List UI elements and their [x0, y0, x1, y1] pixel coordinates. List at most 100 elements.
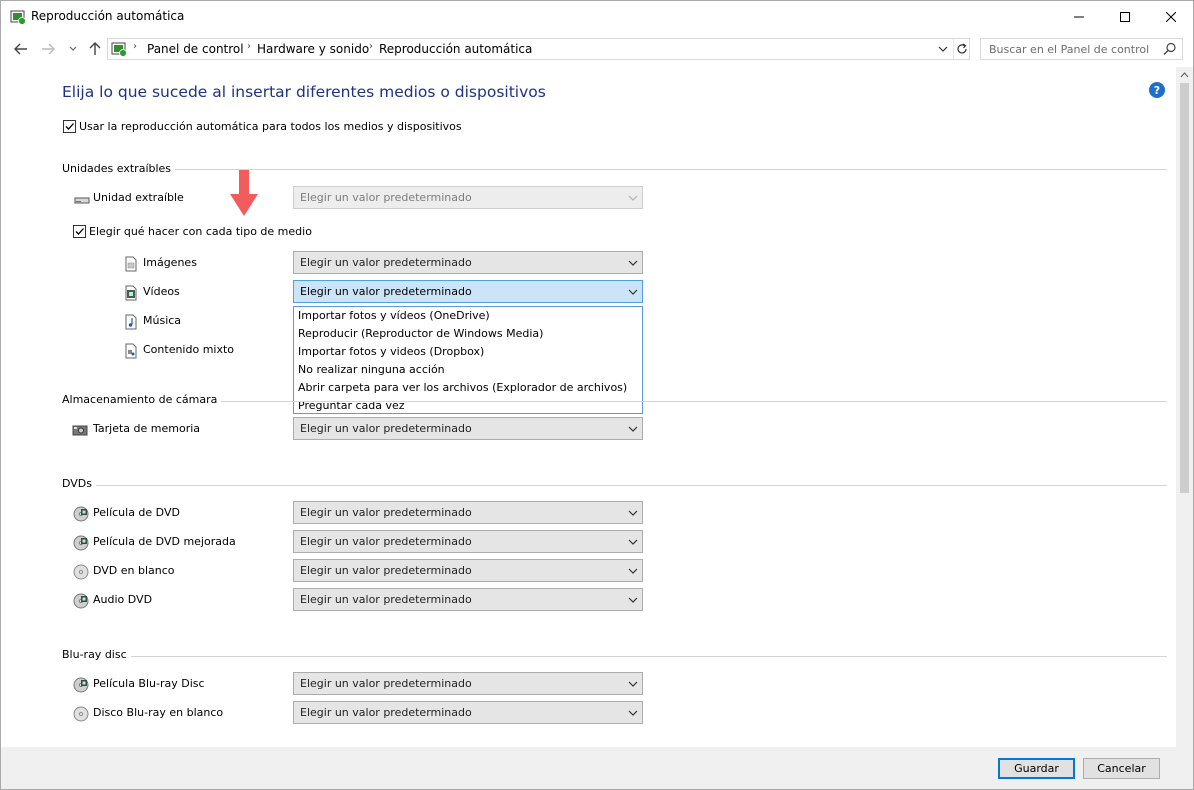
menu-option-open-folder[interactable]: Abrir carpeta para ver los archivos (Exp… — [298, 381, 627, 394]
media-images-label: Imágenes — [143, 256, 197, 269]
chevron-down-icon — [628, 710, 638, 716]
dvd-audio-label: Audio DVD — [93, 593, 153, 606]
dropdown-value: Elegir un valor predeterminado — [300, 706, 472, 719]
cancel-button[interactable]: Cancelar — [1083, 758, 1160, 779]
close-icon — [1166, 11, 1176, 22]
breadcrumb-separator-icon: › — [369, 41, 373, 52]
footer-bar: Guardar Cancelar — [1, 747, 1193, 789]
dvd-enhanced-movie-icon — [73, 535, 89, 551]
dropdown-value: Elegir un valor predeterminado — [300, 564, 472, 577]
bluray-movie-label: Película Blu-ray Disc — [93, 677, 205, 690]
forward-button[interactable] — [39, 39, 57, 59]
close-button[interactable] — [1148, 1, 1194, 32]
address-bar[interactable]: › Panel de control › Hardware y sonido ›… — [107, 38, 970, 60]
title-bar: Reproducción automática — [1, 1, 1193, 32]
dvd-enhanced-dropdown[interactable]: Elegir un valor predeterminado — [293, 530, 643, 553]
section-divider — [62, 401, 1167, 402]
dvd-blank-label: DVD en blanco — [93, 564, 175, 577]
search-input[interactable] — [981, 39, 1159, 59]
chevron-down-icon — [628, 539, 638, 545]
breadcrumb-hardware-sound[interactable]: Hardware y sonido — [257, 42, 369, 56]
section-dvds-title: DVDs — [62, 477, 97, 490]
chevron-down-icon — [628, 426, 638, 432]
search-icon — [1163, 42, 1176, 55]
mixed-content-file-icon — [125, 343, 137, 359]
dvd-movie-icon — [73, 506, 89, 522]
removable-drive-icon — [74, 197, 90, 204]
dvd-movie-label: Película de DVD — [93, 506, 180, 519]
choose-per-media-checkbox[interactable] — [73, 225, 86, 238]
section-bluray-title: Blu-ray disc — [62, 648, 131, 661]
autoplay-window: Reproducción automática › Panel de contr… — [0, 0, 1194, 790]
checkmark-icon — [65, 123, 74, 130]
media-music-label: Música — [143, 314, 182, 327]
audio-dvd-icon — [73, 593, 89, 609]
breadcrumb-control-panel[interactable]: Panel de control — [147, 42, 244, 56]
memory-card-label: Tarjeta de memoria — [93, 422, 201, 435]
recent-locations-button[interactable] — [64, 39, 82, 59]
chevron-down-icon — [938, 46, 948, 52]
help-icon[interactable]: ? — [1149, 82, 1165, 98]
use-autoplay-label[interactable]: Usar la reproducción automática para tod… — [79, 120, 462, 133]
page-title: Elija lo que sucede al insertar diferent… — [62, 83, 546, 101]
use-autoplay-checkbox[interactable] — [63, 120, 76, 133]
menu-option-onedrive[interactable]: Importar fotos y vídeos (OneDrive) — [298, 309, 490, 322]
chevron-up-icon — [1180, 72, 1189, 78]
up-button[interactable] — [86, 39, 104, 59]
dvd-movie-dropdown[interactable]: Elegir un valor predeterminado — [293, 501, 643, 524]
bluray-movie-icon — [73, 677, 89, 693]
navigation-bar: › Panel de control › Hardware y sonido ›… — [1, 35, 1193, 63]
back-button[interactable] — [12, 39, 30, 59]
refresh-icon — [957, 43, 967, 54]
up-arrow-icon — [89, 42, 101, 55]
minimize-button[interactable] — [1056, 1, 1102, 32]
videos-file-icon — [125, 285, 137, 301]
section-removable-title: Unidades extraíbles — [62, 162, 176, 175]
chevron-down-icon — [628, 568, 638, 574]
refresh-button[interactable] — [953, 39, 970, 59]
videos-dropdown[interactable]: Elegir un valor predeterminado — [293, 280, 643, 303]
chevron-down-icon — [628, 289, 638, 295]
chevron-down-icon — [628, 260, 638, 266]
dropdown-value: Elegir un valor predeterminado — [300, 535, 472, 548]
images-file-icon — [125, 256, 137, 272]
window-title: Reproducción automática — [31, 9, 185, 23]
dvd-blank-dropdown[interactable]: Elegir un valor predeterminado — [293, 559, 643, 582]
breadcrumb-separator-icon: › — [247, 41, 251, 52]
dropdown-value: Elegir un valor predeterminado — [300, 593, 472, 606]
menu-option-dropbox[interactable]: Importar fotos y videos (Dropbox) — [298, 345, 484, 358]
minimize-icon — [1074, 16, 1084, 17]
bluray-blank-label: Disco Blu-ray en blanco — [93, 706, 224, 719]
dropdown-value: Elegir un valor predeterminado — [300, 256, 472, 269]
forward-arrow-icon — [42, 43, 55, 55]
images-dropdown[interactable]: Elegir un valor predeterminado — [293, 251, 643, 274]
media-mixed-label: Contenido mixto — [143, 343, 235, 356]
maximize-icon — [1120, 11, 1130, 22]
breadcrumb-autoplay[interactable]: Reproducción automática — [379, 42, 532, 56]
vertical-scrollbar[interactable] — [1176, 67, 1193, 747]
blank-dvd-icon — [73, 564, 89, 580]
scroll-thumb[interactable] — [1180, 83, 1189, 493]
chevron-down-icon — [628, 597, 638, 603]
chevron-down-icon — [628, 195, 638, 201]
control-panel-icon — [111, 42, 127, 57]
scroll-up-button[interactable] — [1176, 67, 1193, 83]
maximize-button[interactable] — [1102, 1, 1148, 32]
dropdown-value: Elegir un valor predeterminado — [300, 506, 472, 519]
chevron-down-icon — [69, 46, 77, 51]
blank-bluray-icon — [73, 706, 89, 722]
dvd-audio-dropdown[interactable]: Elegir un valor predeterminado — [293, 588, 643, 611]
bluray-movie-dropdown[interactable]: Elegir un valor predeterminado — [293, 672, 643, 695]
choose-per-media-label[interactable]: Elegir qué hacer con cada tipo de medio — [89, 225, 312, 238]
bluray-blank-dropdown[interactable]: Elegir un valor predeterminado — [293, 701, 643, 724]
search-box[interactable] — [980, 38, 1183, 60]
memory-card-dropdown[interactable]: Elegir un valor predeterminado — [293, 417, 643, 440]
save-button[interactable]: Guardar — [998, 758, 1075, 779]
section-camera-title: Almacenamiento de cámara — [62, 393, 222, 406]
videos-dropdown-menu: Importar fotos y vídeos (OneDrive) Repro… — [293, 306, 643, 414]
removable-drive-dropdown[interactable]: Elegir un valor predeterminado — [293, 186, 643, 209]
address-history-button[interactable] — [934, 39, 952, 59]
annotation-arrow-icon — [230, 170, 258, 216]
menu-option-no-action[interactable]: No realizar ninguna acción — [298, 363, 445, 376]
menu-option-windows-media[interactable]: Reproducir (Reproductor de Windows Media… — [298, 327, 543, 340]
